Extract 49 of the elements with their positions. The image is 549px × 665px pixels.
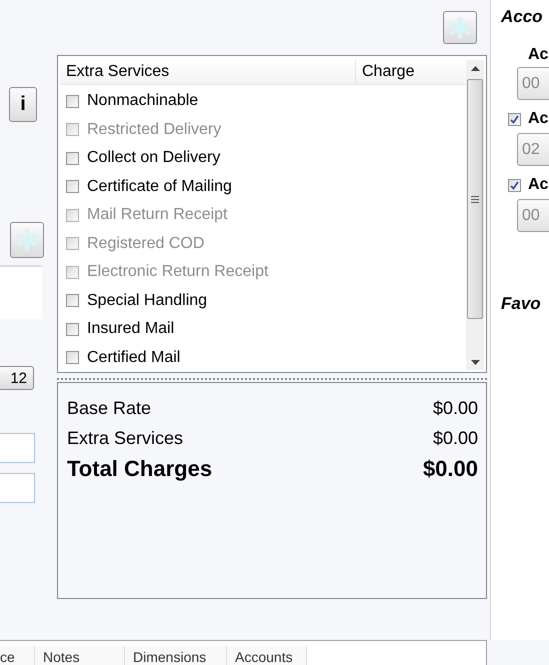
down-arrow-icon[interactable] bbox=[470, 360, 480, 365]
service-label: Nonmachinable bbox=[87, 92, 198, 110]
checkbox[interactable] bbox=[508, 112, 521, 126]
tab[interactable]: Notes bbox=[35, 646, 125, 665]
service-label: Certificate of Mailing bbox=[87, 178, 232, 196]
column-header[interactable]: Charge bbox=[356, 60, 466, 84]
checkbox[interactable] bbox=[66, 152, 79, 165]
grip-icon bbox=[471, 196, 479, 202]
charge-amount: $0.00 bbox=[432, 398, 478, 418]
tab[interactable]: Dimensions bbox=[125, 646, 227, 665]
charge-label: Base Rate bbox=[67, 398, 152, 418]
charge-amount: $0.00 bbox=[432, 428, 478, 448]
service-label: Electronic Return Receipt bbox=[87, 263, 268, 282]
checkbox[interactable] bbox=[66, 294, 79, 308]
panel-title: Acco bbox=[501, 7, 544, 27]
field-label: Ac bbox=[528, 176, 548, 194]
checkbox[interactable] bbox=[66, 180, 79, 194]
scrollbar[interactable] bbox=[466, 60, 484, 370]
up-arrow-icon[interactable] bbox=[470, 66, 480, 71]
section-title: Favo bbox=[501, 294, 542, 314]
charge-label: Total Charges bbox=[67, 456, 212, 482]
service-label: Registered COD bbox=[87, 234, 204, 253]
checkbox[interactable] bbox=[508, 178, 521, 192]
column-header[interactable]: Extra Services bbox=[60, 60, 356, 84]
charge-label: Extra Services bbox=[67, 428, 184, 448]
service-label: Insured Mail bbox=[87, 320, 174, 338]
scroll-thumb[interactable] bbox=[467, 79, 483, 319]
checkbox[interactable] bbox=[66, 322, 79, 336]
checkbox[interactable] bbox=[66, 351, 79, 364]
service-label: Collect on Delivery bbox=[87, 149, 220, 168]
service-label: Restricted Delivery bbox=[87, 120, 222, 139]
star-button[interactable] bbox=[443, 11, 477, 44]
charge-amount: $0.00 bbox=[422, 456, 478, 482]
info-button[interactable]: i bbox=[9, 87, 37, 122]
input-field[interactable] bbox=[0, 433, 35, 463]
tab[interactable]: ce bbox=[0, 646, 35, 665]
field-label: Ac bbox=[528, 46, 549, 64]
service-label: Special Handling bbox=[87, 292, 208, 310]
service-label: Certified Mail bbox=[87, 348, 180, 367]
star-icon bbox=[449, 16, 471, 38]
star-button[interactable] bbox=[10, 222, 44, 258]
star-icon bbox=[16, 229, 38, 251]
input-field[interactable] bbox=[0, 473, 35, 503]
service-label: Mail Return Receipt bbox=[87, 206, 228, 224]
field-label: Ac bbox=[528, 110, 548, 128]
tab[interactable]: Accounts bbox=[227, 646, 307, 665]
size-button[interactable]: 12 bbox=[0, 366, 34, 390]
checkbox[interactable] bbox=[66, 94, 79, 108]
input-field[interactable] bbox=[0, 265, 42, 319]
